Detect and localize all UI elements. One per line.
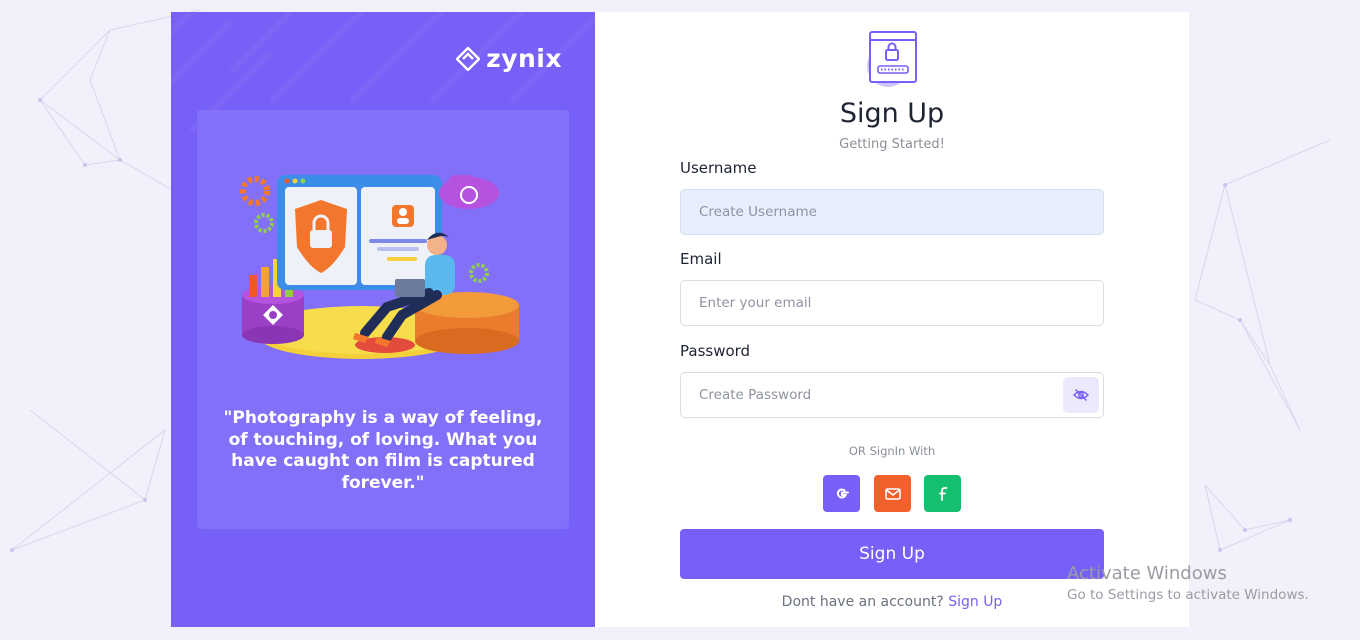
secure-folder-icon — [867, 31, 917, 87]
mail-signin-button[interactable] — [874, 475, 911, 512]
eye-off-icon — [1073, 389, 1089, 401]
mail-icon — [884, 487, 901, 500]
password-label: Password — [680, 342, 751, 360]
facebook-signin-button[interactable] — [924, 475, 961, 512]
google-signin-button[interactable] — [823, 475, 860, 512]
facebook-icon — [938, 486, 947, 501]
form-subtitle: Getting Started! — [839, 137, 945, 152]
form-title: Sign Up — [839, 98, 945, 129]
watermark-title: Activate Windows — [1067, 563, 1227, 584]
password-input[interactable]: Create Password — [680, 372, 1104, 418]
username-input[interactable]: Create Username — [680, 189, 1104, 235]
signup-card: zynix "Photography is a way of feeling, … — [171, 12, 1189, 627]
watermark-subtitle: Go to Settings to activate Windows. — [1067, 587, 1309, 603]
footer-text: Dont have an account? — [781, 594, 944, 610]
email-input[interactable]: Enter your email — [680, 280, 1104, 326]
signup-link[interactable]: Sign Up — [948, 594, 1002, 610]
signup-form: Sign Up Getting Started! Username Create… — [595, 12, 1189, 627]
signup-button[interactable]: Sign Up — [680, 529, 1104, 579]
username-label: Username — [680, 159, 757, 177]
promo-panel: zynix "Photography is a way of feeling, … — [171, 12, 595, 627]
windows-activation-watermark: Activate Windows Go to Settings to activ… — [1067, 563, 1309, 603]
brand-logo: zynix — [456, 44, 562, 73]
password-placeholder: Create Password — [699, 387, 812, 403]
email-label: Email — [680, 250, 722, 268]
google-icon — [836, 487, 849, 498]
brand-name: zynix — [486, 44, 562, 73]
quote-panel: "Photography is a way of feeling, of tou… — [197, 110, 569, 529]
quote-text: "Photography is a way of feeling, of tou… — [223, 408, 543, 493]
or-signin-text: OR SignIn With — [848, 444, 936, 458]
toggle-password-button[interactable] — [1063, 377, 1099, 413]
zynix-logo-icon — [456, 46, 481, 71]
security-illustration — [240, 175, 519, 359]
